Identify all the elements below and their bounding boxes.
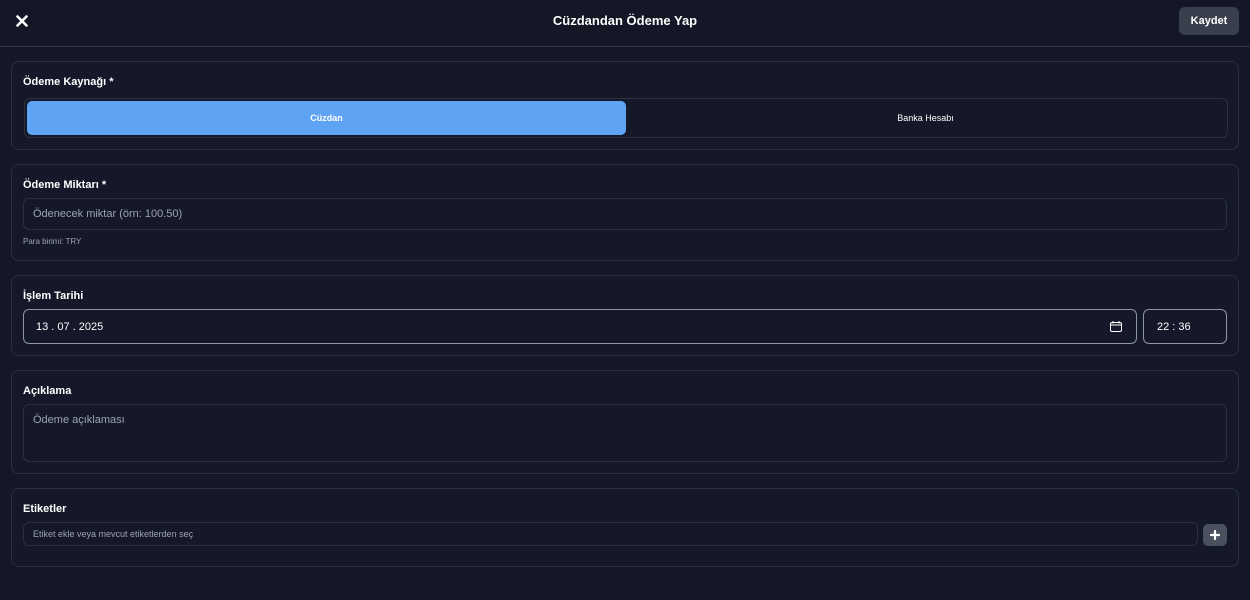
tags-card: Etiketler Etiket ekle veya mevcut etiket…	[11, 488, 1239, 567]
currency-helper-text: Para birimi: TRY	[23, 237, 82, 246]
payment-source-card: Ödeme Kaynağı * Cüzdan Banka Hesabı	[11, 61, 1239, 150]
payment-source-label: Ödeme Kaynağı *	[23, 76, 114, 88]
date-input[interactable]: 13 . 07 . 2025	[23, 309, 1137, 344]
time-value: 22 : 36	[1157, 321, 1191, 333]
amount-label: Ödeme Miktarı *	[23, 179, 107, 191]
save-button[interactable]: Kaydet	[1179, 7, 1239, 35]
description-card: Açıklama Ödeme açıklaması	[11, 370, 1239, 474]
date-value: 13 . 07 . 2025	[36, 321, 104, 333]
transaction-date-card: İşlem Tarihi 13 . 07 . 2025 22 : 36	[11, 275, 1239, 356]
page-title: Cüzdandan Ödeme Yap	[552, 13, 698, 28]
tags-input[interactable]: Etiket ekle veya mevcut etiketlerden seç	[23, 522, 1198, 546]
description-label: Açıklama	[23, 385, 72, 397]
source-option-bank-account[interactable]: Banka Hesabı	[626, 101, 1225, 135]
description-textarea[interactable]: Ödeme açıklaması	[23, 404, 1227, 462]
transaction-date-label: İşlem Tarihi	[23, 290, 84, 302]
add-tag-button[interactable]	[1203, 524, 1227, 546]
payment-source-toggle: Cüzdan Banka Hesabı	[24, 98, 1228, 138]
calendar-icon[interactable]	[1110, 321, 1122, 332]
amount-card: Ödeme Miktarı * Ödenecek miktar (örn: 10…	[11, 164, 1239, 261]
tags-label: Etiketler	[23, 503, 67, 515]
plus-icon	[1209, 529, 1221, 541]
source-option-wallet[interactable]: Cüzdan	[27, 101, 626, 135]
header-bar: Cüzdandan Ödeme Yap Kaydet	[0, 0, 1250, 47]
time-input[interactable]: 22 : 36	[1143, 309, 1227, 344]
amount-input[interactable]: Ödenecek miktar (örn: 100.50)	[23, 198, 1227, 230]
